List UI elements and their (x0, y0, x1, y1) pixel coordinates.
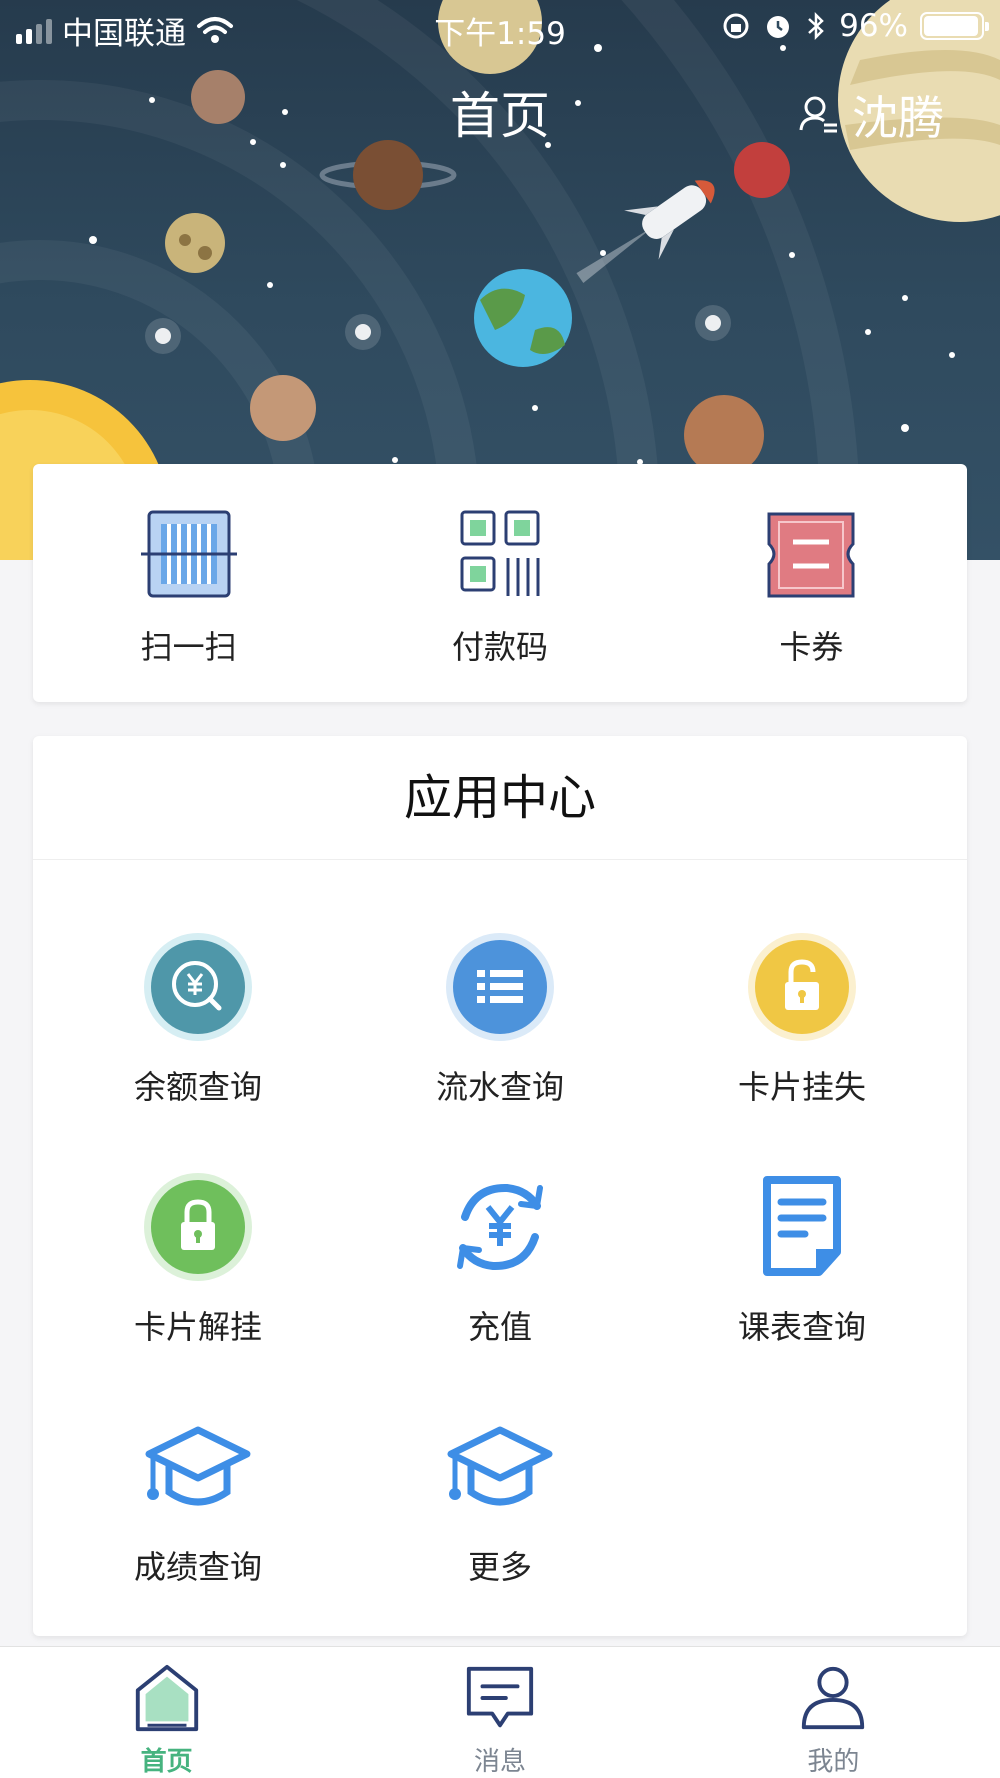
app-recharge[interactable]: 充值 (350, 1172, 650, 1348)
app-transaction-inquiry[interactable]: 流水查询 (350, 932, 650, 1108)
alarm-icon (767, 16, 790, 38)
unlock-icon (144, 1173, 252, 1281)
app-label: 卡片解挂 (133, 1308, 262, 1346)
quick-action-label: 扫一扫 (140, 628, 237, 666)
user-switch-icon (799, 96, 837, 133)
recharge-icon (457, 1183, 543, 1271)
coupon-icon (767, 512, 855, 598)
battery-icon (920, 12, 989, 40)
status-right: 96% (721, 8, 989, 44)
bottom-tab-bar: 首页 消息 我的 (0, 1646, 1000, 1778)
app-center-title: 应用中心 (33, 736, 967, 860)
lock-icon (748, 933, 856, 1041)
message-icon (466, 1666, 534, 1728)
tab-messages[interactable]: 消息 (333, 1647, 666, 1778)
app-balance-inquiry[interactable]: 余额查询 (48, 932, 348, 1108)
app-label: 更多 (467, 1548, 532, 1586)
payment-code-icon (460, 510, 540, 596)
app-label: 流水查询 (435, 1068, 564, 1106)
app-timetable-inquiry[interactable]: 课表查询 (652, 1172, 952, 1348)
app-label: 充值 (467, 1308, 532, 1346)
document-icon (763, 1176, 841, 1276)
bluetooth-icon (808, 11, 824, 41)
app-grade-inquiry[interactable]: 成绩查询 (48, 1412, 348, 1588)
app-label: 课表查询 (737, 1308, 866, 1346)
status-bar: 中国联通 下午1:59 96% (0, 0, 1000, 54)
app-center-card: 应用中心 余额查询 流水查询 卡片挂失 卡片解挂 充值 课表查询 成绩查询 更多 (33, 736, 967, 1636)
app-unlock-card[interactable]: 卡片解挂 (48, 1172, 348, 1348)
app-label: 卡片挂失 (737, 1068, 866, 1106)
tab-home[interactable]: 首页 (0, 1647, 333, 1778)
app-label: 余额查询 (133, 1068, 262, 1106)
tab-label: 消息 (473, 1747, 526, 1777)
quick-actions-card: 扫一扫 付款码 卡券 (33, 464, 967, 702)
home-icon (135, 1664, 198, 1732)
orientation-lock-icon (723, 13, 749, 39)
quick-action-payment-code[interactable]: 付款码 (344, 464, 655, 702)
app-label: 成绩查询 (133, 1548, 262, 1586)
balance-icon (144, 933, 252, 1041)
battery-percent: 96% (839, 8, 908, 44)
tab-profile[interactable]: 我的 (667, 1647, 1000, 1778)
graduation-cap-icon (145, 1426, 251, 1506)
quick-action-scan[interactable]: 扫一扫 (33, 464, 344, 702)
tab-label: 我的 (807, 1747, 860, 1777)
scan-icon (140, 510, 237, 598)
graduation-cap-icon (447, 1426, 553, 1506)
transactions-icon (446, 933, 554, 1041)
app-more[interactable]: 更多 (350, 1412, 650, 1588)
user-switch-button[interactable]: 沈腾 (798, 82, 944, 148)
quick-action-label: 付款码 (451, 628, 548, 666)
profile-icon (802, 1666, 865, 1730)
tab-label: 首页 (140, 1747, 193, 1777)
quick-action-coupon[interactable]: 卡券 (656, 464, 967, 702)
username: 沈腾 (852, 91, 944, 145)
app-report-loss[interactable]: 卡片挂失 (652, 932, 952, 1108)
quick-action-label: 卡券 (779, 628, 844, 666)
